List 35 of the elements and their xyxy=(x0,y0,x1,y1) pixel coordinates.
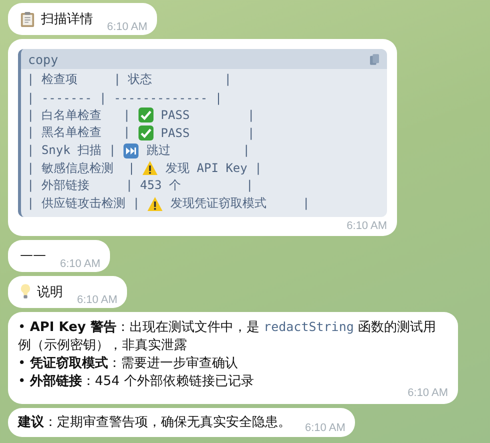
message-time: 6:10 AM xyxy=(305,422,346,434)
code-language-label: copy xyxy=(28,52,58,67)
code-text: | 检查项 | 状态 | xyxy=(27,71,232,88)
code-text: | ------- | ------------- | xyxy=(27,90,222,105)
code-text: 跳过 | xyxy=(145,142,250,160)
code-text: | 白名单检查 | xyxy=(27,106,132,124)
message-text: —— xyxy=(20,248,46,263)
message-time: 6:10 AM xyxy=(77,294,118,306)
check-mark-icon xyxy=(138,107,154,124)
code-text: 发现凭证窃取模式 | xyxy=(169,195,310,212)
code-text: | 供应链攻击检测 | xyxy=(27,195,141,212)
message-time: 6:10 AM xyxy=(60,258,100,270)
light-bulb-icon xyxy=(20,283,31,300)
code-text: | 外部链接 | 453 个 | xyxy=(27,177,254,194)
skip-forward-icon xyxy=(123,142,140,159)
paragraph: • 凭证窃取模式：需要进一步审查确认 xyxy=(18,354,239,372)
code-text: | 黑名单检查 | xyxy=(27,124,132,142)
code-text: | 敏感信息检测 | xyxy=(27,160,136,177)
message-text: 扫描详情 xyxy=(41,11,93,28)
clipboard-icon xyxy=(20,10,35,28)
code-text: PASS | xyxy=(160,108,255,122)
code-text: 发现 API Key | xyxy=(164,160,262,177)
warning-icon xyxy=(142,160,158,176)
message-time: 6:10 AM xyxy=(408,386,448,398)
paragraph: • 外部链接：454 个外部依赖链接已记录 xyxy=(18,372,255,390)
message-time: 6:10 AM xyxy=(107,21,148,33)
warning-icon xyxy=(147,196,164,212)
message-text: 说明 xyxy=(37,284,63,300)
message-time: 6:10 AM xyxy=(346,220,387,232)
paragraph: 建议：定期审查警告项，确保无真实安全隐患。 xyxy=(18,414,291,432)
paragraph: • API Key 警告：出现在测试文件中，是 redactString 函数的测试用例（示例密钥），非真实泄露 xyxy=(18,318,438,354)
check-mark-icon xyxy=(138,124,154,141)
code-text: PASS | xyxy=(160,126,255,140)
code-text: | Snyk 扫描 | xyxy=(27,142,118,160)
copy-icon[interactable] xyxy=(370,54,379,65)
